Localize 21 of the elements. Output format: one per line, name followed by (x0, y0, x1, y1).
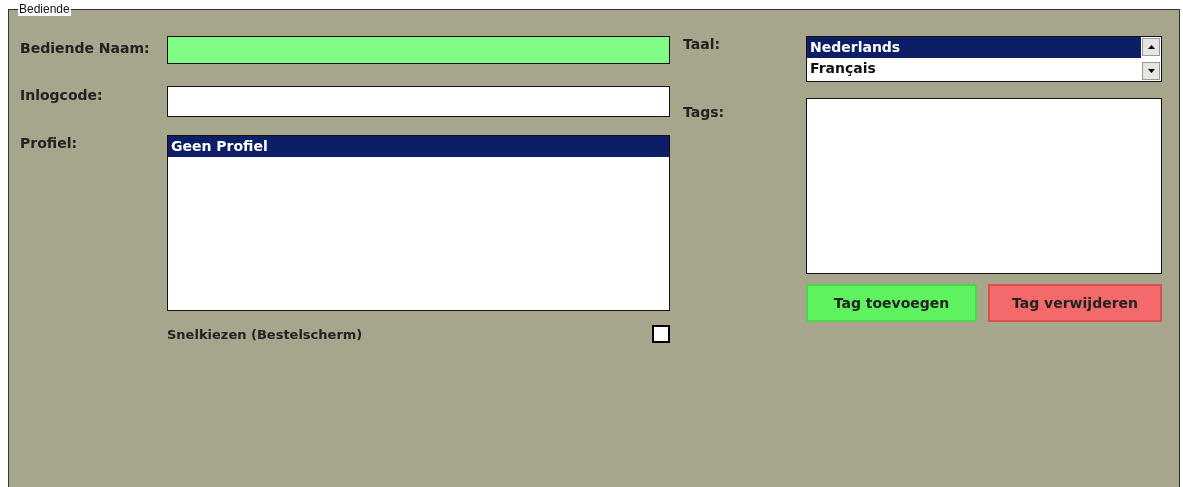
scroll-up-button[interactable] (1142, 38, 1160, 56)
field-label: Profiel: (20, 135, 79, 153)
tag-button[interactable]: Tag toevoegen (806, 284, 977, 322)
field-label: Bediende Naam: (20, 39, 151, 58)
scroll-down-button[interactable] (1142, 62, 1160, 80)
down-arrow-icon (1147, 69, 1155, 73)
group-title: Bediende (18, 2, 71, 16)
field-label: Inlogcode: (20, 86, 104, 105)
list-item[interactable]: Français (807, 58, 1141, 79)
tag-button[interactable]: Tag verwijderen (988, 284, 1162, 322)
checkbox-label: Snelkiezen (Bestelscherm) (167, 326, 363, 342)
field-label: Tags: (683, 103, 726, 122)
up-arrow-icon (1147, 45, 1155, 49)
profile-list[interactable]: Geen Profiel (167, 135, 670, 311)
checkbox[interactable] (652, 325, 670, 343)
list-item[interactable]: Geen Profiel (168, 136, 669, 157)
input-field[interactable] (167, 86, 670, 117)
input-field[interactable] (167, 36, 670, 64)
field-label: Taal: (683, 36, 722, 54)
language-list[interactable]: Nederlands Français (806, 36, 1162, 82)
list-item[interactable]: Nederlands (807, 37, 1141, 58)
